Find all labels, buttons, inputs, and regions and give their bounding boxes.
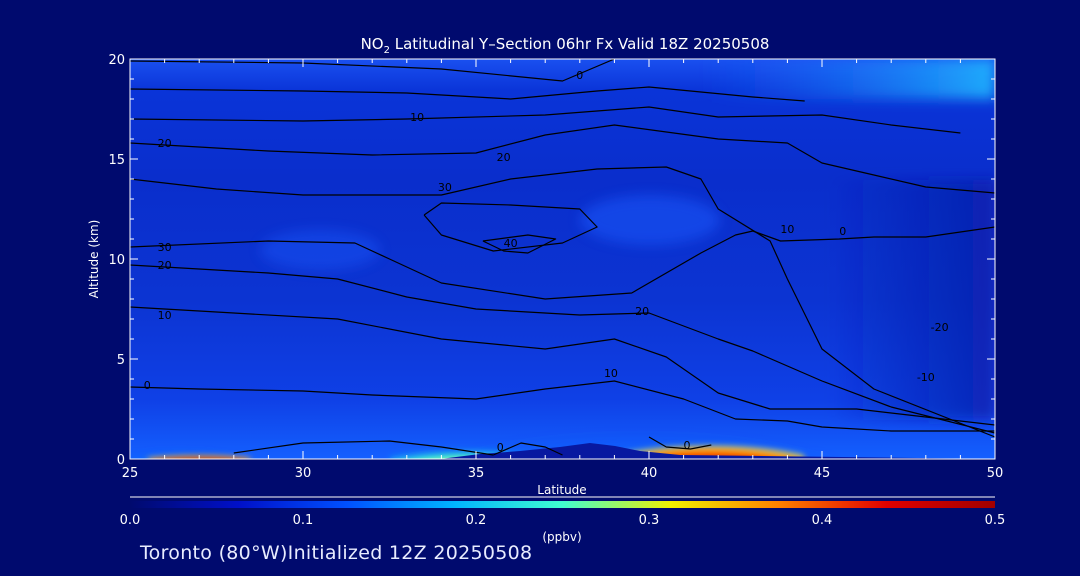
colorbar <box>130 501 995 508</box>
right-low-band <box>830 180 995 420</box>
colorbar-tick-label: 0.3 <box>639 513 660 528</box>
upper-right-high-band <box>700 59 995 99</box>
y-tick-label: 20 <box>108 53 125 68</box>
contour-label: 0 <box>144 379 151 392</box>
contour-label: 0 <box>839 225 846 238</box>
x-axis-label: Latitude <box>537 483 586 497</box>
footer-caption: Toronto (80°W)Initialized 12Z 20250508 <box>140 542 532 564</box>
x-tick-label: 25 <box>122 466 139 481</box>
footer-location: Toronto (80°W) <box>140 542 288 564</box>
x-tick-label: 30 <box>295 466 312 481</box>
contour-label: 20 <box>497 151 511 164</box>
contour-label: 30 <box>158 241 172 254</box>
y-tick-label: 5 <box>117 353 125 368</box>
chart-title: NO2 Latitudinal Y–Section 06hr Fx Valid … <box>361 35 770 56</box>
contour-label: 10 <box>410 111 424 124</box>
colorbar-tick-label: 0.4 <box>812 513 833 528</box>
contour-label: 0 <box>684 439 691 452</box>
contour-label: 10 <box>780 223 794 236</box>
contour-label: 10 <box>604 367 618 380</box>
contour-label: 20 <box>158 259 172 272</box>
y-axis-label: Altitude (km) <box>87 220 101 299</box>
contour-label: -10 <box>917 371 935 384</box>
contour-label: 0 <box>497 441 504 454</box>
contour-label: 20 <box>635 305 649 318</box>
y-tick-label: 10 <box>108 253 125 268</box>
colorbar-tick-label: 0.0 <box>120 513 141 528</box>
mid-blue-patch-2 <box>260 230 380 270</box>
x-tick-label: 50 <box>987 466 1004 481</box>
mid-blue-patch <box>580 195 720 245</box>
colorbar-ticks: 0.0 0.1 0.2 0.3 0.4 0.5 <box>120 513 1006 528</box>
y-tick-label: 15 <box>108 153 125 168</box>
contour-label: 20 <box>158 137 172 150</box>
contour-label: 10 <box>158 309 172 322</box>
footer-initialized: Initialized 12Z 20250508 <box>287 542 533 564</box>
contour-label: 30 <box>438 181 452 194</box>
contour-label: -20 <box>931 321 949 334</box>
contour-label: 0 <box>576 69 583 82</box>
colorbar-tick-label: 0.5 <box>985 513 1006 528</box>
colorbar-tick-label: 0.2 <box>466 513 487 528</box>
no2-cross-section-chart: NO2 Latitudinal Y–Section 06hr Fx Valid … <box>87 35 1006 544</box>
x-tick-label: 40 <box>641 466 658 481</box>
x-tick-label: 35 <box>468 466 485 481</box>
y-tick-label: 0 <box>117 453 125 468</box>
x-tick-label: 45 <box>814 466 831 481</box>
contour-label: 40 <box>504 237 518 250</box>
colorbar-unit: (ppbv) <box>542 530 581 544</box>
colorbar-tick-label: 0.1 <box>293 513 314 528</box>
